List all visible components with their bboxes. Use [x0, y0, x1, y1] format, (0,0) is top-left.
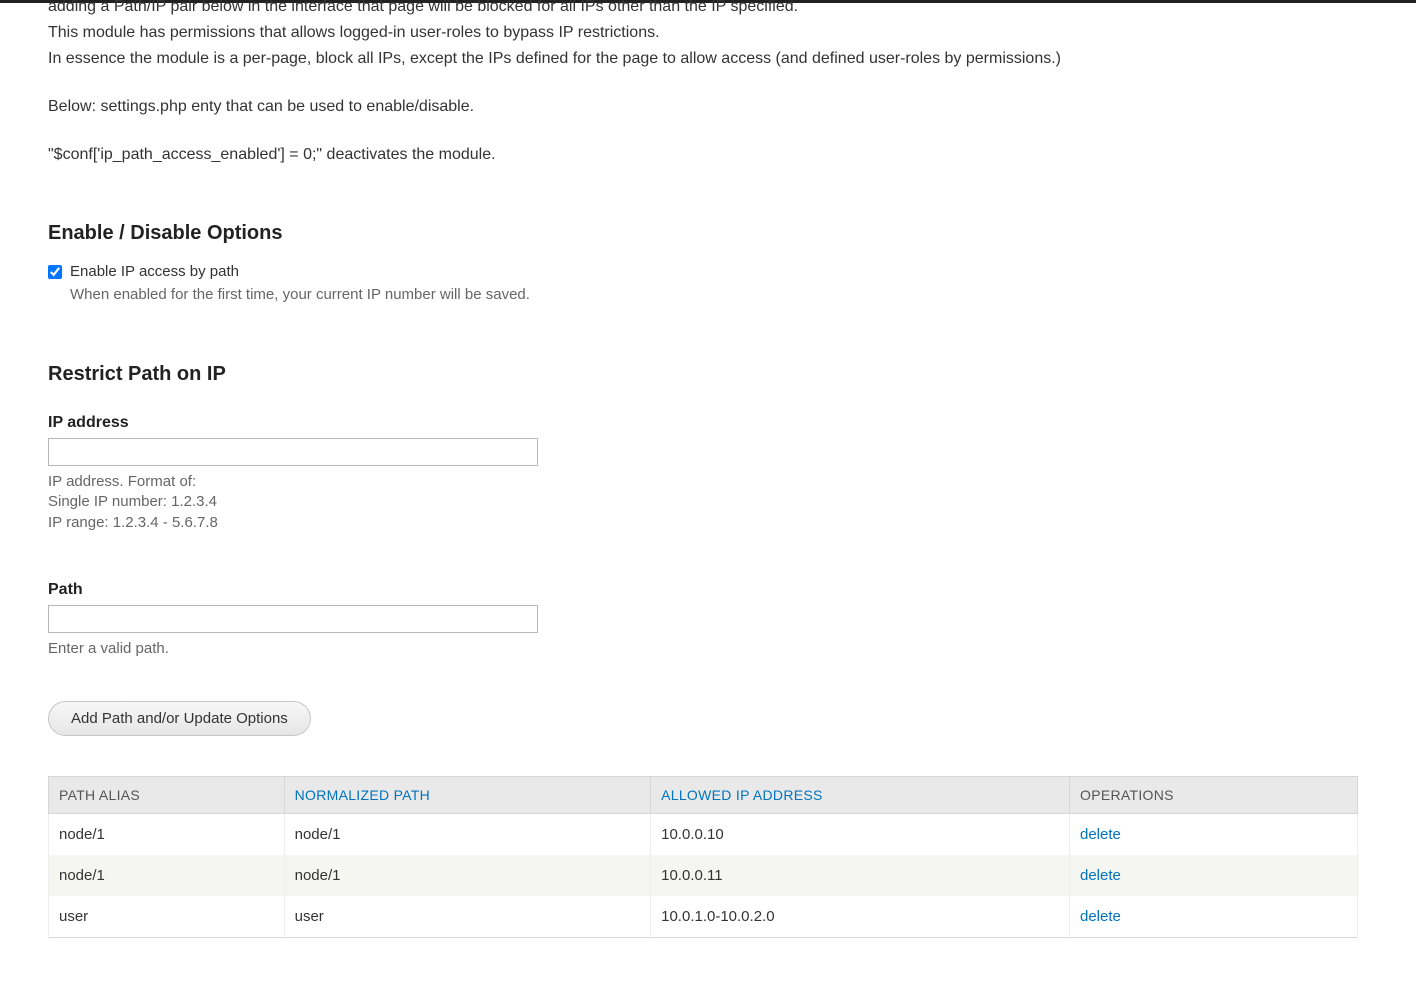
cell-path-alias: node/1: [49, 855, 285, 896]
cell-operations: delete: [1070, 896, 1358, 938]
submit-button[interactable]: Add Path and/or Update Options: [48, 701, 311, 736]
th-normalized-path[interactable]: NORMALIZED PATH: [284, 777, 651, 814]
enable-help: When enabled for the first time, your cu…: [70, 286, 1368, 303]
cell-operations: delete: [1070, 855, 1358, 896]
th-operations: OPERATIONS: [1070, 777, 1358, 814]
ip-input[interactable]: [48, 438, 538, 466]
enable-checkbox-row: Enable IP access by path: [48, 263, 1368, 280]
delete-link[interactable]: delete: [1080, 867, 1121, 884]
intro-text: adding a Path/IP pair below in the inter…: [48, 0, 1368, 167]
ip-path-table: PATH ALIAS NORMALIZED PATH ALLOWED IP AD…: [48, 776, 1358, 938]
enable-heading: Enable / Disable Options: [48, 222, 1368, 245]
path-field: Path Enter a valid path.: [48, 581, 1368, 659]
cell-operations: delete: [1070, 814, 1358, 856]
path-help: Enter a valid path.: [48, 639, 1368, 659]
table-row: useruser10.0.1.0-10.0.2.0delete: [49, 896, 1358, 938]
cell-allowed-ip: 10.0.0.11: [651, 855, 1070, 896]
th-path-alias[interactable]: PATH ALIAS: [49, 777, 285, 814]
enable-checkbox-label[interactable]: Enable IP access by path: [70, 263, 239, 280]
cell-allowed-ip: 10.0.1.0-10.0.2.0: [651, 896, 1070, 938]
enable-section: Enable / Disable Options Enable IP acces…: [48, 222, 1368, 303]
cell-path-alias: user: [49, 896, 285, 938]
intro-line-4: "$conf['ip_path_access_enabled'] = 0;" d…: [48, 143, 1368, 167]
intro-line-2: In essence the module is a per-page, blo…: [48, 47, 1368, 71]
table-row: node/1node/110.0.0.11delete: [49, 855, 1358, 896]
table-row: node/1node/110.0.0.10delete: [49, 814, 1358, 856]
ip-field: IP address IP address. Format of: Single…: [48, 414, 1368, 533]
ip-label: IP address: [48, 414, 1368, 432]
th-allowed-ip[interactable]: ALLOWED IP ADDRESS: [651, 777, 1070, 814]
enable-checkbox[interactable]: [48, 265, 62, 279]
cell-normalized-path: node/1: [284, 814, 651, 856]
restrict-section: Restrict Path on IP IP address IP addres…: [48, 363, 1368, 938]
cell-normalized-path: user: [284, 896, 651, 938]
intro-line-cut: adding a Path/IP pair below in the inter…: [48, 0, 1368, 19]
delete-link[interactable]: delete: [1080, 826, 1121, 843]
intro-line-3: Below: settings.php enty that can be use…: [48, 95, 1368, 119]
cell-allowed-ip: 10.0.0.10: [651, 814, 1070, 856]
page-content: adding a Path/IP pair below in the inter…: [0, 0, 1416, 988]
cell-path-alias: node/1: [49, 814, 285, 856]
ip-help: IP address. Format of: Single IP number:…: [48, 472, 1368, 533]
path-label: Path: [48, 581, 1368, 599]
intro-line-1: This module has permissions that allows …: [48, 21, 1368, 45]
restrict-heading: Restrict Path on IP: [48, 363, 1368, 386]
path-input[interactable]: [48, 605, 538, 633]
table-header-row: PATH ALIAS NORMALIZED PATH ALLOWED IP AD…: [49, 777, 1358, 814]
delete-link[interactable]: delete: [1080, 908, 1121, 925]
cell-normalized-path: node/1: [284, 855, 651, 896]
